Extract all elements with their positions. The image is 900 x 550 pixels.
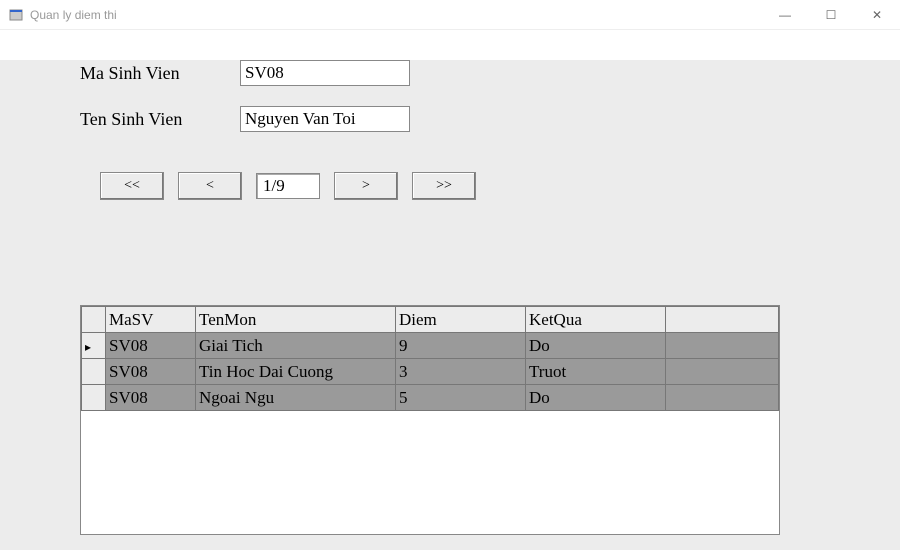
header-diem[interactable]: Diem <box>396 307 526 333</box>
cell-ketqua[interactable]: Do <box>526 385 666 411</box>
masv-input[interactable] <box>240 60 410 86</box>
table-row[interactable]: SV08 Tin Hoc Dai Cuong 3 Truot <box>82 359 779 385</box>
app-icon <box>8 7 24 23</box>
grid-empty-area <box>81 411 779 534</box>
cell-diem[interactable]: 9 <box>396 333 526 359</box>
first-button[interactable]: << <box>100 172 164 200</box>
cell-diem[interactable]: 3 <box>396 359 526 385</box>
window-title: Quan ly diem thi <box>30 8 762 22</box>
header-extra <box>666 307 779 333</box>
cell-masv[interactable]: SV08 <box>106 359 196 385</box>
client-area: Ma Sinh Vien Ten Sinh Vien << < > >> MaS… <box>0 60 900 550</box>
tensv-input[interactable] <box>240 106 410 132</box>
maximize-button[interactable]: ☐ <box>808 0 854 30</box>
prev-button[interactable]: < <box>178 172 242 200</box>
titlebar: Quan ly diem thi — ☐ ✕ <box>0 0 900 30</box>
row-indicator-cell[interactable]: ▸ <box>82 333 106 359</box>
cell-masv[interactable]: SV08 <box>106 333 196 359</box>
cell-tenmon[interactable]: Tin Hoc Dai Cuong <box>196 359 396 385</box>
row-indicator-cell[interactable] <box>82 359 106 385</box>
page-indicator[interactable] <box>256 173 320 199</box>
masv-label: Ma Sinh Vien <box>80 63 240 84</box>
tensv-label: Ten Sinh Vien <box>80 109 240 130</box>
window-controls: — ☐ ✕ <box>762 0 900 29</box>
header-masv[interactable]: MaSV <box>106 307 196 333</box>
row-selector-header <box>82 307 106 333</box>
cell-diem[interactable]: 5 <box>396 385 526 411</box>
minimize-button[interactable]: — <box>762 0 808 30</box>
table-row[interactable]: ▸ SV08 Giai Tich 9 Do <box>82 333 779 359</box>
header-ketqua[interactable]: KetQua <box>526 307 666 333</box>
cell-extra <box>666 333 779 359</box>
cell-tenmon[interactable]: Ngoai Ngu <box>196 385 396 411</box>
header-tenmon[interactable]: TenMon <box>196 307 396 333</box>
current-row-icon: ▸ <box>85 340 91 355</box>
data-grid[interactable]: MaSV TenMon Diem KetQua ▸ SV08 Giai Tich… <box>80 305 780 535</box>
cell-masv[interactable]: SV08 <box>106 385 196 411</box>
cell-extra <box>666 359 779 385</box>
masv-row: Ma Sinh Vien <box>80 60 900 86</box>
tensv-row: Ten Sinh Vien <box>80 106 900 132</box>
cell-ketqua[interactable]: Do <box>526 333 666 359</box>
row-indicator-cell[interactable] <box>82 385 106 411</box>
nav-row: << < > >> <box>100 172 900 200</box>
table-row[interactable]: SV08 Ngoai Ngu 5 Do <box>82 385 779 411</box>
cell-ketqua[interactable]: Truot <box>526 359 666 385</box>
header-row: MaSV TenMon Diem KetQua <box>82 307 779 333</box>
cell-tenmon[interactable]: Giai Tich <box>196 333 396 359</box>
close-button[interactable]: ✕ <box>854 0 900 30</box>
next-button[interactable]: > <box>334 172 398 200</box>
last-button[interactable]: >> <box>412 172 476 200</box>
cell-extra <box>666 385 779 411</box>
